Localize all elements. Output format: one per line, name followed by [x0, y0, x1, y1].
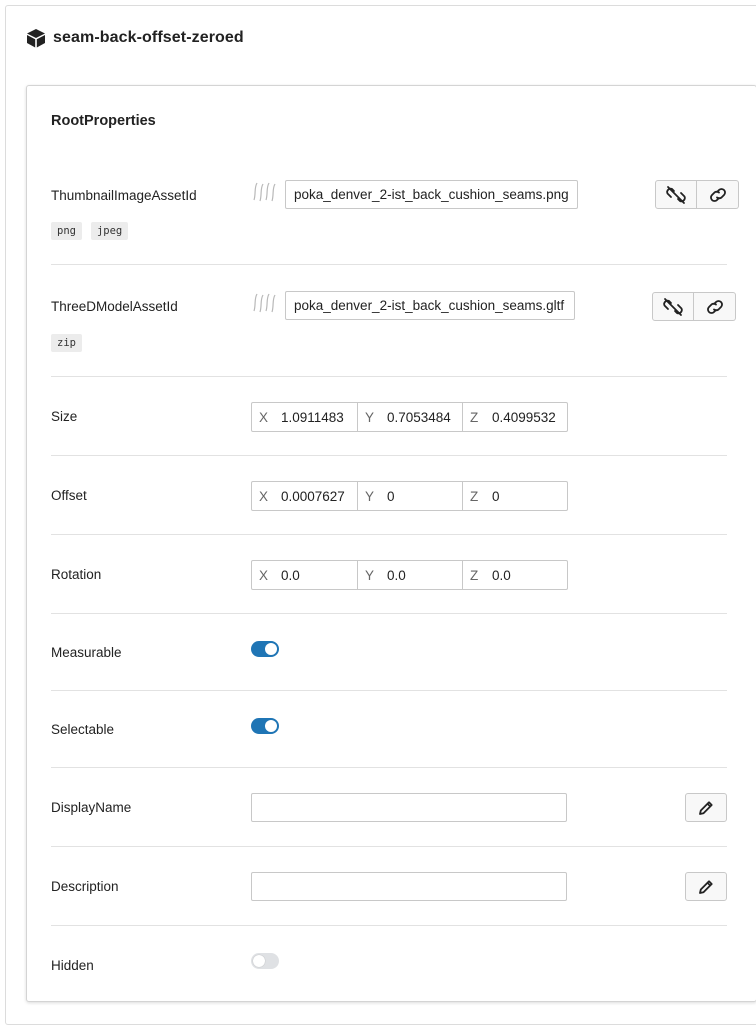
pencil-icon: [699, 800, 713, 815]
offset-x-value: 0.0007627: [281, 488, 345, 504]
tag-png: png: [51, 222, 82, 240]
rotation-z-value: 0.0: [492, 567, 511, 583]
axis-y-label: Y: [365, 409, 375, 425]
size-y-field[interactable]: Y 0.7053484: [357, 403, 462, 431]
hidden-toggle[interactable]: [251, 953, 279, 969]
measurable-toggle[interactable]: [251, 641, 279, 657]
axis-y-label: Y: [365, 488, 375, 504]
offset-row: Offset X 0.0007627 Y0 Z0: [51, 456, 727, 535]
display-name-edit: [685, 793, 727, 822]
offset-y-field[interactable]: Y0: [357, 482, 462, 510]
offset-z-field[interactable]: Z0: [462, 482, 567, 510]
selectable-toggle[interactable]: [251, 718, 279, 734]
thumbnail-tags: png jpeg: [51, 222, 129, 240]
cube-icon: [27, 29, 45, 48]
asset-title: seam-back-offset-zeroed: [53, 29, 244, 46]
size-x-value: 1.0911483: [281, 409, 344, 425]
display-name-row: DisplayName: [51, 768, 727, 847]
thumbnail-row: ThumbnailImageAssetId png jpeg poka_denv…: [51, 165, 739, 265]
model-asset-input[interactable]: poka_denver_2-ist_back_cushion_seams.glt…: [285, 291, 575, 320]
toggle-knob: [265, 720, 277, 732]
display-name-input[interactable]: [251, 793, 567, 822]
hidden-row: Hidden: [51, 926, 727, 1003]
toggle-knob: [253, 955, 265, 967]
root-properties-panel: RootProperties ThumbnailImageAssetId png…: [26, 85, 756, 1002]
rotation-x-field[interactable]: X 0.0: [252, 561, 357, 589]
edit-description-button[interactable]: [685, 872, 727, 901]
thumbnail-asset-input[interactable]: poka_denver_2-ist_back_cushion_seams.png: [285, 180, 578, 209]
unlink-button[interactable]: [652, 292, 694, 321]
size-label: Size: [51, 409, 78, 424]
size-x-field[interactable]: X 1.0911483: [252, 403, 357, 431]
panel-title: RootProperties: [51, 113, 156, 129]
thumbnail-label: ThumbnailImageAssetId: [51, 188, 197, 203]
offset-vector-input: X 0.0007627 Y0 Z0: [251, 481, 568, 511]
tag-zip: zip: [51, 334, 82, 352]
hidden-label: Hidden: [51, 958, 94, 973]
axis-x-label: X: [259, 488, 269, 504]
axis-x-label: X: [259, 409, 269, 425]
unlink-button[interactable]: [655, 180, 697, 209]
link-icon: [706, 299, 723, 314]
rotation-y-field[interactable]: Y 0.0: [357, 561, 462, 589]
rotation-z-field[interactable]: Z 0.0: [462, 561, 567, 589]
asset-card: seam-back-offset-zeroed RootProperties T…: [5, 5, 756, 1025]
modified-squiggle-icon: [253, 182, 276, 202]
edit-display-name-button[interactable]: [685, 793, 727, 822]
thumbnail-link-buttons: [655, 180, 739, 209]
selectable-row: Selectable: [51, 691, 727, 768]
asset-header: seam-back-offset-zeroed: [26, 26, 244, 50]
unlink-icon: [663, 297, 683, 316]
measurable-row: Measurable: [51, 614, 727, 691]
model-row: ThreeDModelAssetId zip poka_denver_2-ist…: [51, 265, 736, 377]
model-tags: zip: [51, 334, 82, 352]
size-z-field[interactable]: Z 0.4099532: [462, 403, 567, 431]
axis-z-label: Z: [470, 488, 479, 504]
offset-label: Offset: [51, 488, 87, 503]
size-row: Size X 1.0911483 Y 0.7053484 Z 0.4099532: [51, 377, 727, 456]
toggle-knob: [265, 643, 277, 655]
display-name-label: DisplayName: [51, 800, 132, 815]
axis-z-label: Z: [470, 567, 479, 583]
offset-y-value: 0: [387, 488, 395, 504]
description-edit: [685, 872, 727, 901]
rotation-vector-input: X 0.0 Y 0.0 Z 0.0: [251, 560, 568, 590]
link-button[interactable]: [697, 180, 739, 209]
axis-z-label: Z: [470, 409, 479, 425]
selectable-label: Selectable: [51, 722, 115, 737]
description-label: Description: [51, 879, 119, 894]
rotation-x-value: 0.0: [281, 567, 300, 583]
description-row: Description: [51, 847, 727, 926]
measurable-label: Measurable: [51, 645, 122, 660]
modified-squiggle-icon: [253, 293, 276, 313]
size-y-value: 0.7053484: [387, 409, 451, 425]
axis-x-label: X: [259, 567, 269, 583]
link-icon: [709, 187, 726, 202]
model-label: ThreeDModelAssetId: [51, 299, 178, 314]
offset-z-value: 0: [492, 488, 500, 504]
axis-y-label: Y: [365, 567, 375, 583]
offset-x-field[interactable]: X 0.0007627: [252, 482, 357, 510]
size-z-value: 0.4099532: [492, 409, 556, 425]
pencil-icon: [699, 879, 713, 894]
model-link-buttons: [652, 292, 736, 321]
description-input[interactable]: [251, 872, 567, 901]
rotation-y-value: 0.0: [387, 567, 406, 583]
tag-jpeg: jpeg: [90, 222, 129, 240]
size-vector-input: X 1.0911483 Y 0.7053484 Z 0.4099532: [251, 402, 568, 432]
rotation-label: Rotation: [51, 567, 102, 582]
rotation-row: Rotation X 0.0 Y 0.0 Z 0.0: [51, 535, 727, 614]
link-button[interactable]: [694, 292, 736, 321]
unlink-icon: [666, 185, 686, 204]
